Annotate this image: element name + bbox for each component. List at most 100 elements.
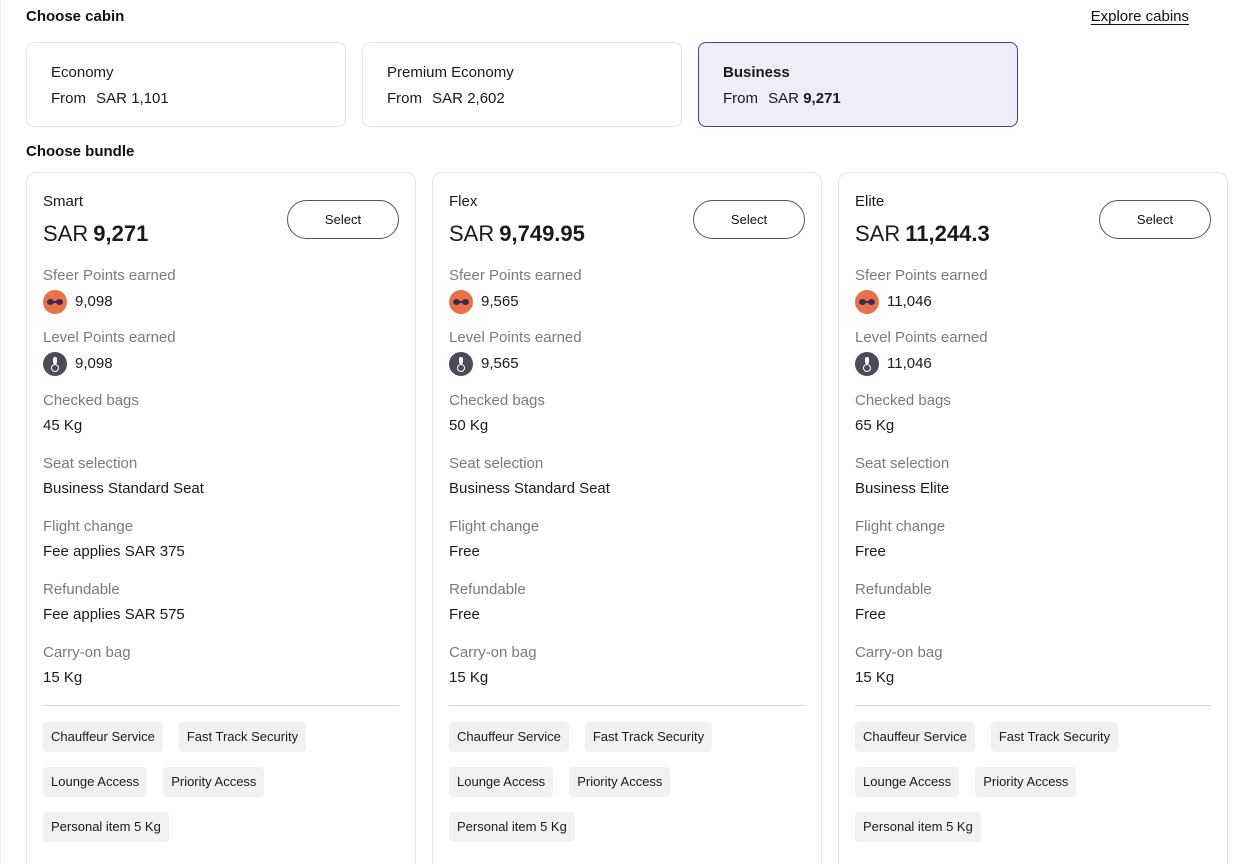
perk-tag: Chauffeur Service: [855, 722, 975, 752]
cabin-price: From SAR 9,271: [723, 90, 993, 108]
perk-tag: Lounge Access: [449, 767, 554, 797]
refundable-value: Fee applies SAR 575: [43, 606, 185, 623]
perk-tag: Personal item 5 Kg: [449, 812, 575, 842]
refundable-label: Refundable: [43, 581, 120, 598]
select-button[interactable]: Select: [287, 200, 399, 239]
level-points-value: 9,565: [481, 355, 519, 372]
flight-change-value: Free: [855, 543, 886, 560]
choose-cabin-heading: Choose cabin: [26, 8, 125, 25]
explore-cabins-link[interactable]: Explore cabins: [1091, 8, 1189, 25]
cabin-name: Business: [723, 64, 790, 81]
level-points-row: Level Points earned 9,565: [449, 329, 805, 376]
select-button[interactable]: Select: [693, 200, 805, 239]
level-points-label: Level Points earned: [43, 329, 176, 346]
sfeer-points-row: Sfeer Points earned 11,046: [855, 267, 1211, 314]
carry-on-row: Carry-on bag 15 Kg: [855, 644, 1211, 687]
seat-selection-value: Business Standard Seat: [43, 480, 204, 497]
perk-tag: Fast Track Security: [178, 722, 307, 752]
divider: [855, 705, 1211, 706]
perk-tag: Fast Track Security: [584, 722, 713, 752]
perk-tag: Chauffeur Service: [43, 722, 163, 752]
refundable-row: Refundable Free: [449, 581, 805, 624]
from-label: From: [723, 90, 758, 107]
cabin-amount: 9,271: [803, 90, 841, 107]
flight-change-label: Flight change: [855, 518, 946, 535]
price-value: 9,271: [93, 221, 149, 246]
level-points-label: Level Points earned: [449, 329, 582, 346]
perk-tags: Chauffeur Service Fast Track Security Lo…: [855, 722, 1211, 842]
refundable-row: Refundable Free: [855, 581, 1211, 624]
checked-bags-row: Checked bags 65 Kg: [855, 392, 1211, 435]
carry-on-label: Carry-on bag: [43, 644, 131, 661]
currency: SAR: [855, 221, 901, 246]
level-points-icon: [855, 352, 879, 376]
currency: SAR: [449, 221, 495, 246]
flight-change-row: Flight change Free: [449, 518, 805, 561]
perk-tag: Lounge Access: [43, 767, 148, 797]
cabin-option-premium-economy[interactable]: Premium Economy From SAR 2,602: [362, 42, 682, 127]
refundable-value: Free: [855, 606, 886, 623]
perk-tag: Priority Access: [569, 767, 671, 797]
sfeer-points-label: Sfeer Points earned: [855, 267, 988, 284]
checked-bags-label: Checked bags: [43, 392, 139, 409]
sfeer-points-icon: [449, 290, 473, 314]
currency: SAR: [432, 90, 464, 107]
currency: SAR: [96, 90, 128, 107]
seat-selection-row: Seat selection Business Standard Seat: [43, 455, 399, 498]
perk-tag: Chauffeur Service: [449, 722, 569, 752]
divider: [43, 705, 399, 706]
level-points-row: Level Points earned 11,046: [855, 329, 1211, 376]
perk-tag: Priority Access: [163, 767, 265, 797]
carry-on-row: Carry-on bag 15 Kg: [449, 644, 805, 687]
seat-selection-label: Seat selection: [855, 455, 950, 472]
flight-change-value: Fee applies SAR 375: [43, 543, 185, 560]
divider: [449, 705, 805, 706]
from-label: From: [51, 90, 86, 107]
perk-tags: Chauffeur Service Fast Track Security Lo…: [43, 722, 399, 842]
bundle-options: Smart SAR 9,271 Select Sfeer Points earne…: [26, 172, 1228, 864]
sfeer-points-row: Sfeer Points earned 9,565: [449, 267, 805, 314]
sfeer-points-value: 9,098: [75, 293, 113, 310]
flight-change-row: Flight change Free: [855, 518, 1211, 561]
carry-on-value: 15 Kg: [855, 669, 895, 686]
carry-on-label: Carry-on bag: [449, 644, 537, 661]
cabin-options: Economy From SAR 1,101 Premium Economy F…: [26, 42, 1018, 127]
level-points-icon: [43, 352, 67, 376]
from-label: From: [387, 90, 422, 107]
perk-tag: Priority Access: [975, 767, 1077, 797]
cabin-name: Premium Economy: [387, 64, 514, 81]
seat-selection-label: Seat selection: [449, 455, 544, 472]
carry-on-row: Carry-on bag 15 Kg: [43, 644, 399, 687]
carry-on-value: 15 Kg: [449, 669, 489, 686]
price-value: 11,244.3: [905, 221, 990, 246]
checked-bags-row: Checked bags 50 Kg: [449, 392, 805, 435]
perk-tag: Lounge Access: [855, 767, 960, 797]
bundle-card-smart: Smart SAR 9,271 Select Sfeer Points earne…: [26, 172, 416, 864]
refundable-label: Refundable: [449, 581, 526, 598]
flight-change-label: Flight change: [43, 518, 134, 535]
seat-selection-value: Business Elite: [855, 480, 950, 497]
flight-change-value: Free: [449, 543, 480, 560]
page-frame: Choose cabin Explore cabins Economy From…: [0, 0, 1246, 864]
level-points-value: 9,098: [75, 355, 113, 372]
seat-selection-value: Business Standard Seat: [449, 480, 610, 497]
sfeer-points-value: 11,046: [887, 293, 932, 310]
perk-tag: Personal item 5 Kg: [43, 812, 169, 842]
checked-bags-value: 50 Kg: [449, 417, 489, 434]
perk-tag: Fast Track Security: [990, 722, 1119, 752]
sfeer-points-value: 9,565: [481, 293, 519, 310]
bundle-card-flex: Flex SAR 9,749.95 Select Sfeer Points ear…: [432, 172, 822, 864]
sfeer-points-label: Sfeer Points earned: [43, 267, 176, 284]
cabin-option-economy[interactable]: Economy From SAR 1,101: [26, 42, 346, 127]
cabin-price: From SAR 1,101: [51, 90, 321, 108]
cabin-option-business[interactable]: Business From SAR 9,271: [698, 42, 1018, 127]
sfeer-points-icon: [855, 290, 879, 314]
level-points-label: Level Points earned: [855, 329, 988, 346]
checked-bags-value: 65 Kg: [855, 417, 895, 434]
refundable-label: Refundable: [855, 581, 932, 598]
select-button[interactable]: Select: [1099, 200, 1211, 239]
level-points-row: Level Points earned 9,098: [43, 329, 399, 376]
currency: SAR: [43, 221, 89, 246]
checked-bags-row: Checked bags 45 Kg: [43, 392, 399, 435]
sfeer-points-icon: [43, 290, 67, 314]
